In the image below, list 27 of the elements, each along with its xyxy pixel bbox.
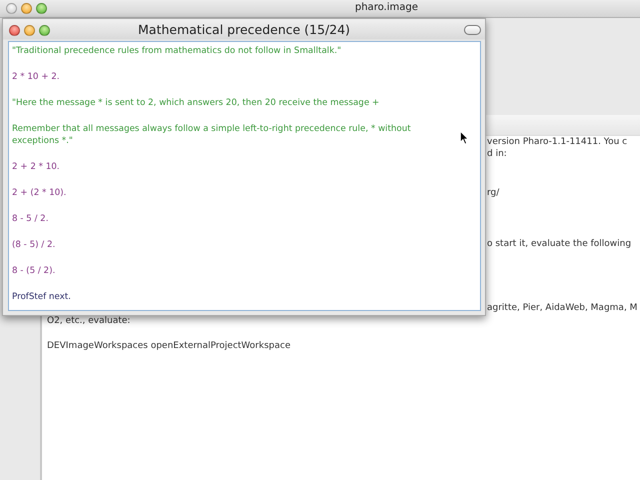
code-line: o start it, evaluate the following: [487, 239, 632, 249]
code-line: O2, etc., evaluate:: [47, 316, 130, 326]
code-line: (8 - 5) / 2.: [12, 239, 56, 252]
code-line: DEVImageWorkspaces openExternalProjectWorkspace: [47, 341, 290, 351]
code-line: rg/: [487, 188, 500, 198]
window-title: pharo.image: [355, 2, 418, 13]
minimize-icon[interactable]: [24, 24, 35, 36]
code-line: Remember that all messages always follow a simple left-to-right precedence rule, * without exceptions *.": [12, 122, 412, 148]
code-line: 8 - 5 / 2.: [12, 213, 48, 226]
code-line: ProfStef next.: [12, 291, 71, 304]
zoom-icon[interactable]: [39, 24, 50, 36]
mouse-pointer-icon: [460, 131, 469, 145]
code-line: "Here the message * is sent to 2, which answers 20, then 20 receive the message +: [12, 96, 380, 110]
code-line: "Traditional precedence rules from mathematics do not follow in Smalltalk.": [12, 45, 342, 58]
minimize-icon[interactable]: [21, 3, 32, 14]
code-line: 2 * 10 + 2.: [12, 70, 60, 84]
code-line: 2 + (2 * 10).: [12, 187, 66, 200]
window-title: Mathematical precedence (15/24): [138, 22, 350, 37]
code-line: version Pharo-1.1-11411. You c: [487, 137, 628, 147]
code-line: agritte, Pier, AidaWeb, Magma, M: [487, 303, 638, 313]
code-line: 8 - (5 / 2).: [12, 265, 56, 278]
close-icon[interactable]: [9, 24, 20, 36]
code-line: d in:: [487, 149, 507, 159]
zoom-icon[interactable]: [36, 3, 47, 14]
close-icon[interactable]: [6, 3, 17, 14]
toolbar-toggle-icon[interactable]: [464, 25, 481, 35]
code-line: 2 + 2 * 10.: [12, 161, 60, 174]
